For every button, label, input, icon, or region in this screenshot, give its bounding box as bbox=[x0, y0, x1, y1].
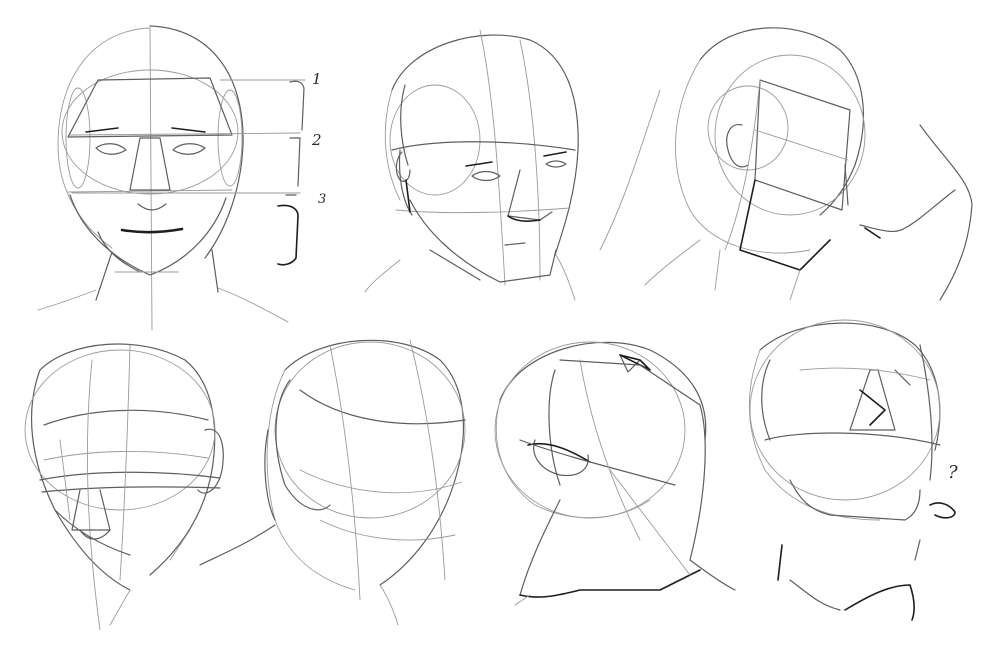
back-view-head-sketch bbox=[199, 339, 466, 626]
profile-view-head-sketch bbox=[599, 27, 973, 301]
front-view-head-sketch: 1 2 3 bbox=[37, 25, 326, 331]
tilted-back-head-sketch: ? bbox=[748, 319, 958, 621]
question-mark-annotation: ? bbox=[948, 462, 958, 483]
proportion-label-3: 3 bbox=[318, 192, 326, 207]
proportion-label-2: 2 bbox=[311, 131, 322, 149]
upturned-head-sketch bbox=[494, 341, 736, 606]
downward-front-head-sketch bbox=[24, 343, 224, 631]
three-quarter-view-head-sketch bbox=[364, 29, 579, 301]
head-construction-sketch-sheet: 1 2 3 ? bbox=[24, 25, 973, 631]
proportion-label-1: 1 bbox=[312, 70, 322, 88]
